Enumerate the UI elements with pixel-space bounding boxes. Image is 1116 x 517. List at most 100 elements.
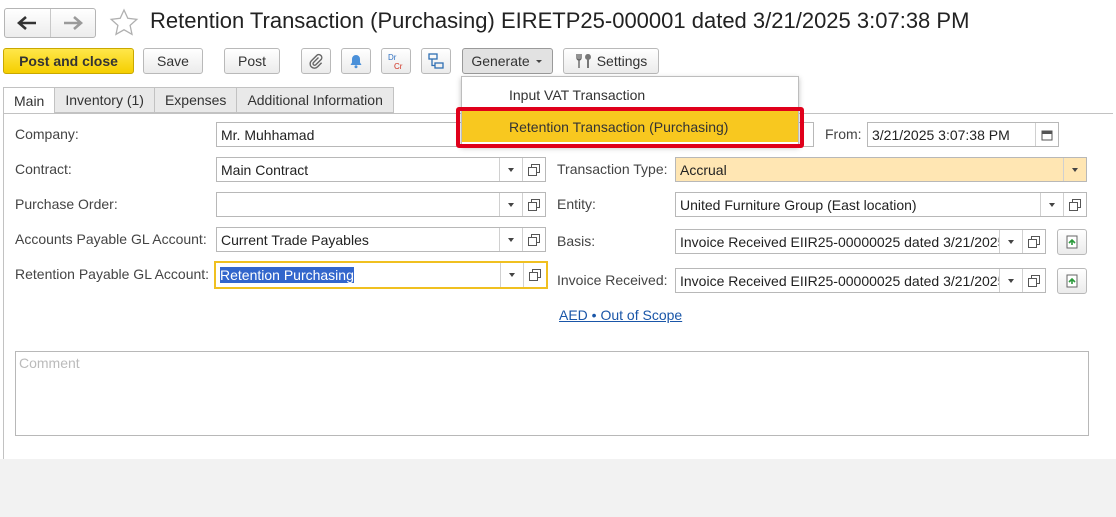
reminder-button[interactable] xyxy=(341,48,371,74)
basis-field[interactable]: Invoice Received EIIR25-00000025 dated 3… xyxy=(675,229,1046,254)
open-window-icon xyxy=(529,269,541,281)
post-button[interactable]: Post xyxy=(224,48,280,74)
purchase-order-open-button[interactable] xyxy=(522,193,545,216)
retention-gl-account-value: Retention Purchasing xyxy=(216,267,500,283)
forward-button[interactable] xyxy=(49,9,96,37)
basis-dropdown-button[interactable] xyxy=(999,230,1022,253)
entity-field[interactable]: United Furniture Group (East location) xyxy=(675,192,1087,217)
svg-text:Cr: Cr xyxy=(394,62,403,71)
highlight-outline xyxy=(456,107,804,148)
from-date-value: 3/21/2025 3:07:38 PM xyxy=(872,126,1010,143)
menu-item-input-vat-transaction[interactable]: Input VAT Transaction xyxy=(462,79,798,110)
from-label: From: xyxy=(825,126,862,142)
bell-icon xyxy=(350,55,362,69)
settings-label: Settings xyxy=(596,53,648,69)
contract-open-button[interactable] xyxy=(522,158,545,181)
invoice-received-open-button[interactable] xyxy=(1022,269,1045,292)
chevron-down-icon xyxy=(509,273,515,277)
selected-text: Retention Purchasing xyxy=(220,267,354,283)
hierarchy-icon xyxy=(428,53,444,69)
chevron-down-icon xyxy=(1008,278,1014,283)
transaction-type-field[interactable]: Accrual xyxy=(675,157,1087,182)
invoice-received-label: Invoice Received: xyxy=(557,272,668,288)
invoice-received-dropdown-button[interactable] xyxy=(999,269,1022,292)
tab-bar: Main Inventory (1) Expenses Additional I… xyxy=(3,87,394,114)
contract-field[interactable]: Main Contract xyxy=(216,157,546,182)
calendar-button[interactable] xyxy=(1035,123,1058,146)
basis-label: Basis: xyxy=(557,233,596,249)
open-window-icon xyxy=(528,198,540,211)
purchase-order-dropdown-button[interactable] xyxy=(499,193,522,216)
ap-gl-account-dropdown-button[interactable] xyxy=(499,228,522,251)
arrow-left-icon xyxy=(17,16,37,30)
from-date-field[interactable]: 3/21/2025 3:07:38 PM xyxy=(867,122,1059,147)
tools-icon xyxy=(576,54,591,68)
retention-gl-account-field[interactable]: Retention Purchasing xyxy=(214,261,548,289)
generate-label: Generate xyxy=(471,53,530,69)
calendar-icon xyxy=(1041,130,1053,140)
basis-value: Invoice Received EIIR25-00000025 dated 3… xyxy=(680,233,999,250)
contract-dropdown-button[interactable] xyxy=(499,158,522,181)
chevron-down-icon xyxy=(508,167,514,172)
open-window-icon xyxy=(1028,235,1040,248)
chevron-down-icon xyxy=(1072,167,1078,172)
basis-open-button[interactable] xyxy=(1022,230,1045,253)
entity-value: United Furniture Group (East location) xyxy=(680,196,917,213)
paperclip-icon xyxy=(309,53,323,69)
entity-open-button[interactable] xyxy=(1063,193,1086,216)
purchase-order-field[interactable] xyxy=(216,192,546,217)
basis-fill-button[interactable] xyxy=(1057,229,1087,255)
invoice-received-fill-button[interactable] xyxy=(1057,268,1087,294)
company-label: Company: xyxy=(15,126,79,142)
tab-inventory[interactable]: Inventory (1) xyxy=(55,87,155,113)
retention-gl-account-label: Retention Payable GL Account: xyxy=(15,266,210,282)
transaction-type-label: Transaction Type: xyxy=(557,161,668,177)
debit-credit-button[interactable]: Dr Cr xyxy=(381,48,411,74)
entity-dropdown-button[interactable] xyxy=(1040,193,1063,216)
caret-down-icon xyxy=(535,60,542,63)
chevron-down-icon xyxy=(1008,239,1014,244)
ap-gl-account-open-button[interactable] xyxy=(522,228,545,251)
purchase-order-label: Purchase Order: xyxy=(15,196,118,212)
save-button[interactable]: Save xyxy=(143,48,203,74)
open-window-icon xyxy=(1028,274,1040,287)
open-window-icon xyxy=(528,233,540,246)
ap-gl-account-field[interactable]: Current Trade Payables xyxy=(216,227,546,252)
currency-vat-link[interactable]: AED • Out of Scope xyxy=(559,307,682,323)
invoice-received-value: Invoice Received EIIR25-00000025 dated 3… xyxy=(680,272,999,289)
debit-credit-icon: Dr Cr xyxy=(388,53,403,71)
transaction-type-dropdown-button[interactable] xyxy=(1063,158,1086,181)
retention-gl-account-dropdown-button[interactable] xyxy=(500,263,523,287)
open-window-icon xyxy=(528,163,540,176)
generate-button[interactable]: Generate xyxy=(462,48,553,74)
contract-label: Contract: xyxy=(15,161,72,177)
navigation-buttons xyxy=(4,8,96,38)
ap-gl-account-label: Accounts Payable GL Account: xyxy=(15,231,207,247)
contract-value: Main Contract xyxy=(221,161,309,178)
page-title: Retention Transaction (Purchasing) EIRET… xyxy=(150,8,970,33)
chevron-down-icon xyxy=(1049,202,1055,207)
entity-label: Entity: xyxy=(557,196,596,212)
tab-additional-information[interactable]: Additional Information xyxy=(237,87,394,113)
panel-border xyxy=(3,113,4,459)
back-button[interactable] xyxy=(5,9,50,37)
svg-text:Dr: Dr xyxy=(388,53,397,62)
arrow-right-icon xyxy=(63,16,83,30)
comment-field[interactable]: Comment xyxy=(15,351,1089,436)
document-fill-icon xyxy=(1066,235,1078,249)
structure-button[interactable] xyxy=(421,48,451,74)
comment-placeholder: Comment xyxy=(19,355,80,371)
chevron-down-icon xyxy=(508,237,514,242)
ap-gl-account-value: Current Trade Payables xyxy=(221,231,369,248)
open-window-icon xyxy=(1069,198,1081,211)
attachments-button[interactable] xyxy=(301,48,331,74)
settings-button[interactable]: Settings xyxy=(563,48,659,74)
post-and-close-button[interactable]: Post and close xyxy=(3,48,134,74)
chevron-down-icon xyxy=(508,202,514,207)
favorite-star-icon[interactable] xyxy=(108,7,140,39)
tab-main[interactable]: Main xyxy=(3,87,56,114)
retention-gl-account-open-button[interactable] xyxy=(523,263,546,287)
tab-expenses[interactable]: Expenses xyxy=(154,87,238,113)
invoice-received-field[interactable]: Invoice Received EIIR25-00000025 dated 3… xyxy=(675,268,1046,293)
transaction-type-value: Accrual xyxy=(680,161,727,178)
